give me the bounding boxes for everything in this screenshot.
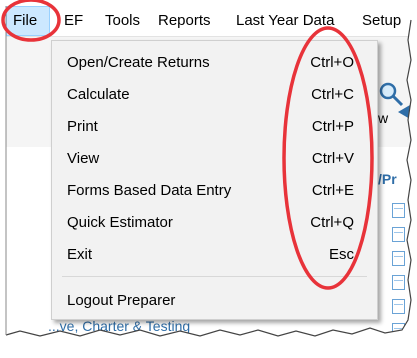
screenshot-frame: File EF Tools Reports Last Year Data Set… <box>0 0 417 358</box>
annotation-ellipse-shortcuts <box>282 26 374 290</box>
torn-edge-frame <box>0 0 417 358</box>
